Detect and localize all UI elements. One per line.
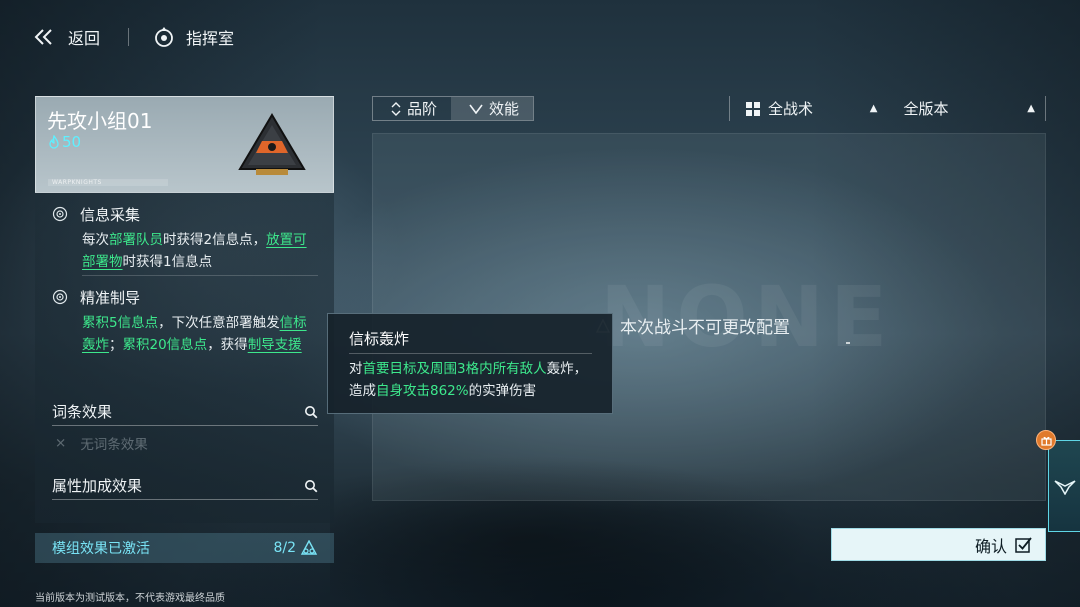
- keyword-segment: 自身攻击862%: [376, 383, 469, 399]
- skill-divider: [82, 275, 318, 276]
- locked-message: 本次战斗不可更改配置: [596, 313, 790, 338]
- beacon-bombing-tooltip: 信标轰炸 对首要目标及周围3格内所有敌人轰炸，造成自身攻击862%的实弹伤害: [327, 313, 613, 414]
- module-cost-value: 50: [62, 133, 82, 151]
- search-icon[interactable]: [304, 405, 318, 419]
- skill-target-icon: [52, 206, 68, 222]
- affix-empty-row: × 无词条效果: [55, 433, 148, 453]
- module-brand: WARPKNIGHTS: [48, 179, 168, 186]
- sort-efficiency-label: 效能: [489, 100, 520, 118]
- topbar-divider: [128, 28, 129, 46]
- skill-name: 信息采集: [80, 205, 141, 224]
- activated-count: 8/2: [273, 540, 318, 556]
- cost-flame-icon: [49, 135, 59, 149]
- back-button[interactable]: 返回: [34, 24, 100, 50]
- keyword-segment: 累积20信息点: [122, 337, 208, 353]
- keyword-segment[interactable]: 制导支援: [248, 337, 302, 353]
- skill-precision-guide: 精准制导 累积5信息点，下次任意部署触发信标轰炸；累积20信息点，获得制导支援: [52, 286, 322, 356]
- skill-info-collect: 信息采集 每次部署队员时获得2信息点，放置可部署物时获得1信息点: [52, 203, 322, 273]
- command-room-button[interactable]: 指挥室: [152, 24, 234, 50]
- activated-label: 模组效果已激活: [52, 541, 150, 557]
- command-room-icon: [155, 27, 173, 47]
- text-segment: 时获得1信息点: [122, 254, 213, 270]
- text-segment: 时获得2信息点，: [163, 232, 267, 248]
- tooltip-divider: [349, 353, 592, 354]
- tooltip-description: 对首要目标及周围3格内所有敌人轰炸，造成自身攻击862%的实弹伤害: [349, 358, 599, 402]
- text-segment: 的实弹伤害: [468, 383, 537, 399]
- test-version-note: 当前版本为测试版本，不代表游戏最终品质: [35, 593, 225, 604]
- sort-efficiency-button[interactable]: 效能: [451, 97, 534, 120]
- triangle-up-icon: ▲: [1027, 103, 1035, 114]
- confirm-button[interactable]: 确认: [831, 528, 1046, 561]
- skill-description: 累积5信息点，下次任意部署触发信标轰炸；累积20信息点，获得制导支援: [82, 312, 320, 356]
- skill-description: 每次部署队员时获得2信息点，放置可部署物时获得1信息点: [82, 229, 320, 273]
- top-bar: 返回 指挥室: [0, 0, 1080, 70]
- gift-icon[interactable]: [1036, 430, 1056, 450]
- affix-effects-label: 词条效果: [52, 403, 113, 421]
- skill-name: 精准制导: [80, 288, 141, 307]
- keyword-segment: 累积5信息点: [82, 315, 159, 331]
- sort-icon: [391, 101, 401, 116]
- gift-box-glyph: [1040, 436, 1052, 446]
- category-filter-group: 全战术 ▲ 全版本 ▲: [729, 96, 1046, 121]
- search-icon[interactable]: [304, 479, 318, 493]
- flight-icon: [1053, 480, 1076, 495]
- checkbox-icon: [1015, 536, 1032, 553]
- command-room-label: 指挥室: [186, 29, 235, 48]
- activated-count-value: 8/2: [273, 540, 296, 556]
- keyword-segment: 部署队员: [109, 232, 163, 248]
- empty-x-icon: ×: [55, 435, 67, 451]
- text-segment: ，下次任意部署触发: [158, 315, 280, 331]
- text-segment: ；: [109, 337, 123, 353]
- module-cost: 50: [48, 133, 81, 151]
- triangle-up-icon: ▲: [869, 103, 878, 114]
- tactic-select-label: 全战术: [768, 100, 814, 118]
- attribute-bonus-label: 属性加成效果: [52, 477, 143, 495]
- text-segment: 每次: [82, 232, 109, 248]
- version-select[interactable]: 全版本 ▲: [888, 96, 1046, 121]
- locked-message-text: 本次战斗不可更改配置: [620, 318, 790, 338]
- grid-icon: [746, 101, 760, 116]
- chevron-down-icon: [469, 104, 483, 114]
- module-title: 先攻小组01: [47, 109, 153, 133]
- attribute-bonus-row[interactable]: 属性加成效果: [52, 472, 318, 500]
- keyword-segment: 首要目标及周围3格内所有敌人: [362, 361, 547, 377]
- back-chevron-icon: [34, 29, 52, 45]
- module-detail-panel: 信息采集 每次部署队员时获得2信息点，放置可部署物时获得1信息点 精准制导 累积…: [35, 193, 334, 523]
- confirm-label: 确认: [974, 536, 1007, 556]
- sort-grade-button[interactable]: 品阶: [373, 97, 451, 120]
- back-label: 返回: [68, 29, 101, 48]
- module-card-header: 先攻小组01 50 WARPKNIGHTS: [35, 96, 334, 193]
- module-item-icon: [238, 113, 306, 175]
- tactic-select[interactable]: 全战术 ▲: [730, 96, 888, 121]
- cursor-mark: [846, 342, 850, 344]
- affix-empty-label: 无词条效果: [80, 437, 148, 453]
- module-activated-bar: 模组效果已激活 8/2: [35, 533, 334, 563]
- sort-grade-label: 品阶: [407, 100, 438, 118]
- tooltip-title: 信标轰炸: [349, 330, 410, 348]
- activation-icon: [300, 540, 318, 555]
- sort-filter-group: 品阶 效能: [372, 96, 535, 121]
- affix-effects-row[interactable]: 词条效果: [52, 398, 318, 426]
- text-segment: 对: [349, 361, 363, 377]
- text-segment: ，获得: [207, 337, 248, 353]
- skill-target-icon: [52, 289, 68, 305]
- side-drawer-tab[interactable]: [1048, 440, 1080, 532]
- version-select-label: 全版本: [903, 100, 949, 118]
